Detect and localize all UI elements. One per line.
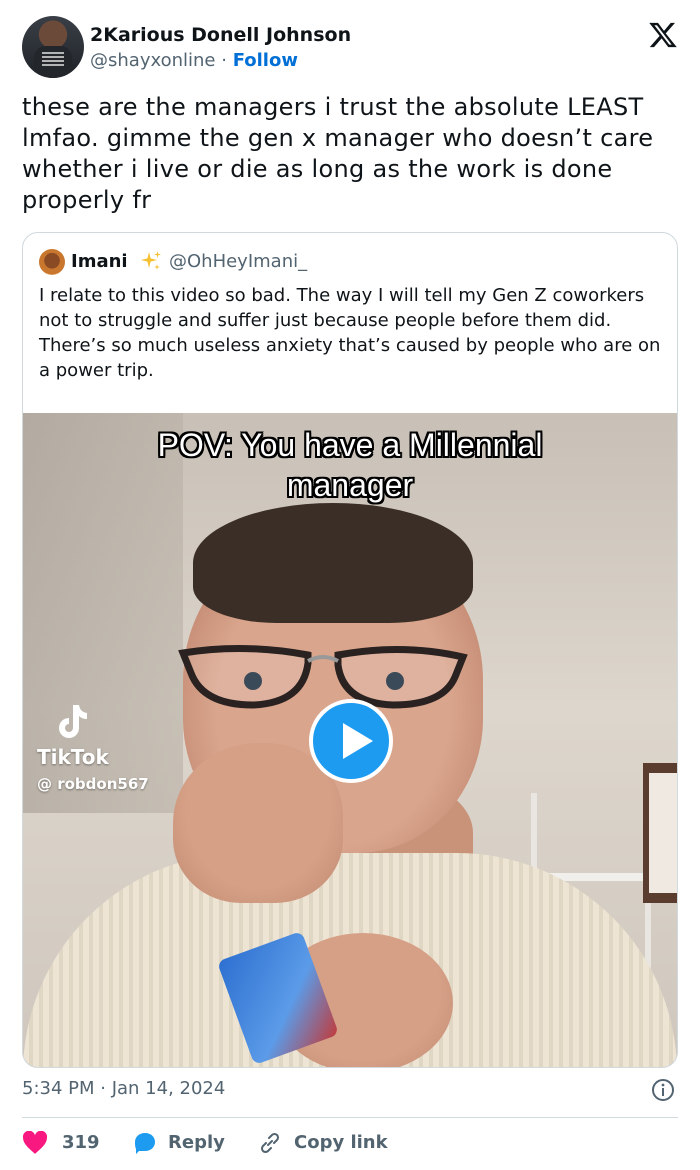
tiktok-brand: TikTok — [37, 745, 109, 769]
tweet-text: these are the managers i trust the absol… — [22, 93, 654, 214]
like-button[interactable]: 319 — [22, 1128, 112, 1158]
quoted-tweet[interactable]: Imani @OhHeyImani_ I relate to this vide… — [22, 232, 678, 1068]
quote-author-name[interactable]: Imani — [71, 251, 128, 272]
quote-text: I relate to this video so bad. The way I… — [39, 285, 661, 381]
reply-button[interactable]: Reply — [132, 1128, 242, 1158]
caption-line-1: POV: You have a Millennial — [157, 427, 543, 463]
author-handle[interactable]: @shayxonline — [90, 50, 215, 71]
link-icon — [260, 1132, 280, 1154]
glasses — [178, 644, 468, 709]
quote-author-handle[interactable]: @OhHeyImani_ — [169, 251, 307, 272]
follow-button[interactable]: Follow — [233, 50, 298, 71]
divider — [22, 1117, 678, 1118]
separator-dot: · — [221, 50, 227, 71]
person-hair — [193, 503, 473, 623]
tweet-timestamp[interactable]: 5:34 PM · Jan 14, 2024 — [22, 1078, 225, 1099]
copy-link-label: Copy link — [294, 1132, 388, 1153]
video-caption: POV: You have a Millennial manager — [23, 425, 677, 505]
tweet-header: 2Karious Donell Johnson @shayxonline · F… — [22, 16, 678, 78]
tiktok-username: @ robdon567 — [37, 775, 149, 793]
reply-label: Reply — [168, 1132, 225, 1153]
author-avatar[interactable] — [22, 16, 84, 78]
heart-icon — [22, 1131, 48, 1154]
author-name[interactable]: 2Karious Donell Johnson — [90, 24, 351, 46]
play-button[interactable] — [309, 699, 393, 783]
info-icon[interactable] — [651, 1078, 675, 1102]
video-media[interactable]: POV: You have a Millennial manager TikTo… — [23, 413, 677, 1067]
sparkles-icon — [141, 251, 161, 270]
action-bar: 319 Reply Copy link — [22, 1128, 678, 1158]
author-handle-line: @shayxonline · Follow — [90, 50, 298, 71]
quote-avatar[interactable] — [39, 249, 65, 275]
play-icon — [343, 723, 373, 759]
caption-line-2: manager — [286, 467, 414, 503]
x-logo-icon[interactable] — [648, 20, 678, 50]
copy-link-button[interactable]: Copy link — [258, 1128, 408, 1158]
reply-bubble-icon — [135, 1133, 155, 1154]
like-count: 319 — [62, 1132, 100, 1153]
tiktok-icon — [59, 705, 87, 738]
